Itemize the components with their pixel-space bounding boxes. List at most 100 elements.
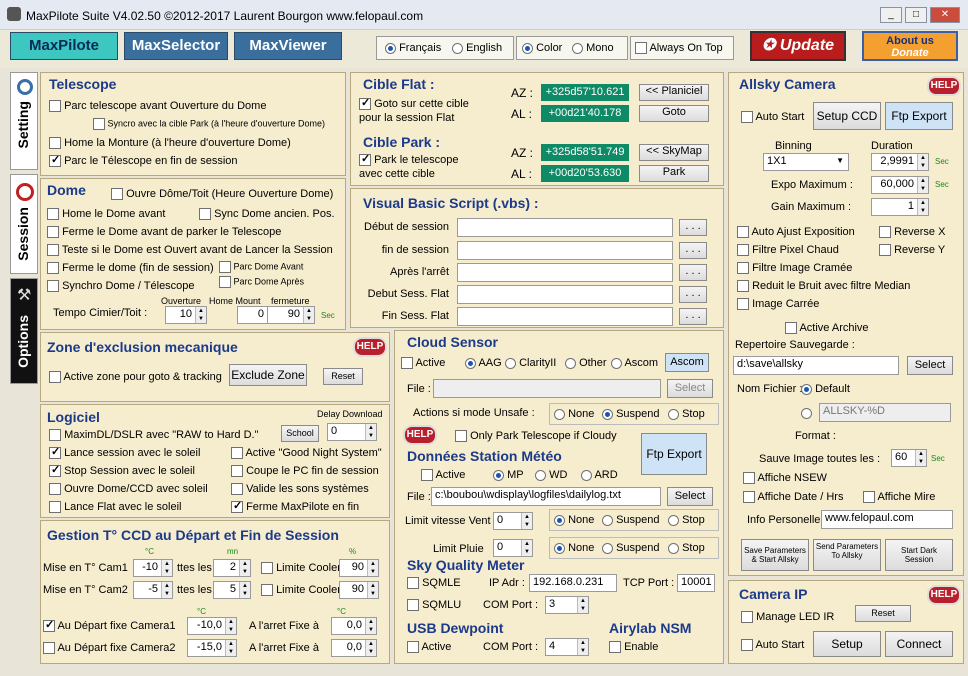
home-monture-checkbox[interactable]: [49, 137, 61, 150]
usb-com-input[interactable]: 4 ▲ ▼: [545, 638, 589, 656]
syncro-park-checkbox[interactable]: [93, 118, 105, 130]
goto-flat-checkbox[interactable]: [359, 96, 371, 111]
vbs-fin-flat-input[interactable]: [457, 307, 673, 326]
parc-telescope-checkbox[interactable]: [49, 100, 61, 113]
vent-none-radio[interactable]: [554, 514, 565, 526]
depart-cam1-input[interactable]: -10,0 ▲ ▼: [187, 617, 237, 635]
reduit-bruit-checkbox[interactable]: [737, 280, 749, 293]
school-button[interactable]: School: [281, 425, 319, 442]
limite-cooler2-checkbox[interactable]: [261, 584, 273, 597]
ascom-radio[interactable]: [611, 357, 622, 369]
pluie-suspend-radio[interactable]: [602, 542, 613, 554]
sync-dome-checkbox[interactable]: [199, 208, 211, 221]
tab-maxviewer[interactable]: MaxViewer: [234, 32, 342, 60]
nom-fichier-input[interactable]: ALLSKY-%D: [819, 403, 951, 422]
filtre-image-checkbox[interactable]: [737, 262, 749, 275]
meteo-file-input[interactable]: c:\boubou\wdisplay\logfiles\dailylog.txt: [431, 487, 661, 506]
camera-ip-reset-button[interactable]: Reset: [855, 605, 911, 622]
camip-autostart-checkbox[interactable]: [741, 639, 753, 652]
vbs-debut-browse[interactable]: . . .: [679, 219, 707, 236]
meteo-active-checkbox[interactable]: [421, 469, 433, 482]
synchro-dome-checkbox[interactable]: [47, 280, 59, 293]
repertoire-input[interactable]: d:\save\allsky: [733, 356, 899, 375]
info-perso-input[interactable]: www.felopaul.com: [821, 510, 953, 529]
unsafe-stop-radio[interactable]: [668, 408, 679, 420]
lance-session-checkbox[interactable]: [49, 445, 61, 460]
planiciel-button[interactable]: << Planiciel: [639, 84, 709, 101]
cooler2-limit-input[interactable]: 90 ▲ ▼: [339, 581, 379, 599]
ouvre-dome-ccd-checkbox[interactable]: [49, 483, 61, 496]
parc-dome-apres-checkbox[interactable]: [219, 276, 231, 288]
vbs-fin-flat-browse[interactable]: . . .: [679, 308, 707, 325]
allsky-help-button[interactable]: HELP: [927, 76, 961, 96]
zone-active-checkbox[interactable]: [49, 371, 61, 384]
ouverture-input[interactable]: 10 ▲ ▼: [165, 306, 207, 324]
cloud-help-button[interactable]: HELP: [403, 425, 437, 445]
vbs-debut-flat-browse[interactable]: . . .: [679, 286, 707, 303]
ferme-dome-fin-checkbox[interactable]: [47, 262, 59, 275]
vbs-debut-flat-input[interactable]: [457, 285, 673, 304]
sqm-com-input[interactable]: 3 ▲ ▼: [545, 596, 589, 614]
unsafe-none-radio[interactable]: [554, 408, 565, 420]
vent-input[interactable]: 0 ▲ ▼: [493, 512, 533, 530]
start-dark-button[interactable]: Start Dark Session: [885, 539, 953, 571]
manage-led-checkbox[interactable]: [741, 611, 753, 624]
pluie-input[interactable]: 0 ▲ ▼: [493, 539, 533, 557]
allsky-autostart-checkbox[interactable]: [741, 111, 753, 124]
aag-radio[interactable]: [465, 357, 476, 369]
ascom-button[interactable]: Ascom: [665, 353, 709, 372]
wd-radio[interactable]: [535, 469, 546, 481]
maximdl-raw-checkbox[interactable]: [49, 429, 61, 442]
reverse-x-checkbox[interactable]: [879, 226, 891, 239]
sqmlu-checkbox[interactable]: [407, 599, 419, 612]
cloud-file-input[interactable]: [433, 379, 661, 398]
limite-cooler1-checkbox[interactable]: [261, 562, 273, 575]
home-dome-checkbox[interactable]: [47, 208, 59, 221]
cam1-temp-input[interactable]: -10 ▲ ▼: [133, 559, 173, 577]
depart-cam2-input[interactable]: -15,0 ▲ ▼: [187, 639, 237, 657]
good-night-checkbox[interactable]: [231, 447, 243, 460]
cloud-active-checkbox[interactable]: [401, 357, 413, 370]
usb-active-checkbox[interactable]: [407, 641, 419, 654]
camip-connect-button[interactable]: Connect: [885, 631, 953, 657]
default-radio[interactable]: [801, 383, 812, 395]
side-tab-options[interactable]: ⚒ Options: [10, 278, 38, 384]
zone-reset-button[interactable]: Reset: [323, 368, 363, 385]
tab-maxpilote[interactable]: MaxPilote: [10, 32, 118, 60]
other-radio[interactable]: [565, 357, 576, 369]
depart-cam2-checkbox[interactable]: [43, 642, 55, 655]
pluie-none-radio[interactable]: [554, 542, 565, 554]
image-carree-checkbox[interactable]: [737, 298, 749, 311]
mono-radio[interactable]: [572, 42, 583, 54]
parc-fin-session-checkbox[interactable]: [49, 153, 61, 168]
teste-dome-checkbox[interactable]: [47, 244, 59, 257]
sqmle-checkbox[interactable]: [407, 577, 419, 590]
english-radio[interactable]: [452, 42, 463, 54]
depart-cam1-checkbox[interactable]: [43, 618, 55, 633]
fermeture-input[interactable]: 90 ▲ ▼: [267, 306, 315, 324]
vbs-debut-input[interactable]: [457, 218, 673, 237]
filtre-pixel-checkbox[interactable]: [737, 244, 749, 257]
repertoire-select-button[interactable]: Select: [907, 356, 953, 375]
side-tab-setting[interactable]: Setting: [10, 72, 38, 170]
arret-cam1-input[interactable]: 0,0 ▲ ▼: [331, 617, 377, 635]
close-icon[interactable]: ✕: [930, 7, 960, 23]
only-park-checkbox[interactable]: [455, 430, 467, 443]
about-donate-button[interactable]: About us Donate: [862, 31, 958, 61]
vbs-apres-input[interactable]: [457, 263, 673, 282]
cam1-interval-input[interactable]: 2 ▲ ▼: [213, 559, 251, 577]
unsafe-suspend-radio[interactable]: [602, 408, 613, 420]
cam2-temp-input[interactable]: -5 ▲ ▼: [133, 581, 173, 599]
allsky-ftp-button[interactable]: Ftp Export: [885, 102, 953, 130]
meteo-select-button[interactable]: Select: [667, 487, 713, 506]
delay-download-input[interactable]: 0 ▲ ▼: [327, 423, 377, 441]
reverse-y-checkbox[interactable]: [879, 244, 891, 257]
goto-button[interactable]: Goto: [639, 105, 709, 122]
save-start-allsky-button[interactable]: Save Parameters & Start Allsky: [741, 539, 809, 571]
ouvre-dome-checkbox[interactable]: [111, 188, 123, 201]
francais-radio[interactable]: [385, 42, 396, 54]
setup-ccd-button[interactable]: Setup CCD: [813, 102, 881, 130]
active-archive-checkbox[interactable]: [785, 322, 797, 335]
vbs-apres-browse[interactable]: . . .: [679, 264, 707, 281]
lance-flat-checkbox[interactable]: [49, 501, 61, 514]
